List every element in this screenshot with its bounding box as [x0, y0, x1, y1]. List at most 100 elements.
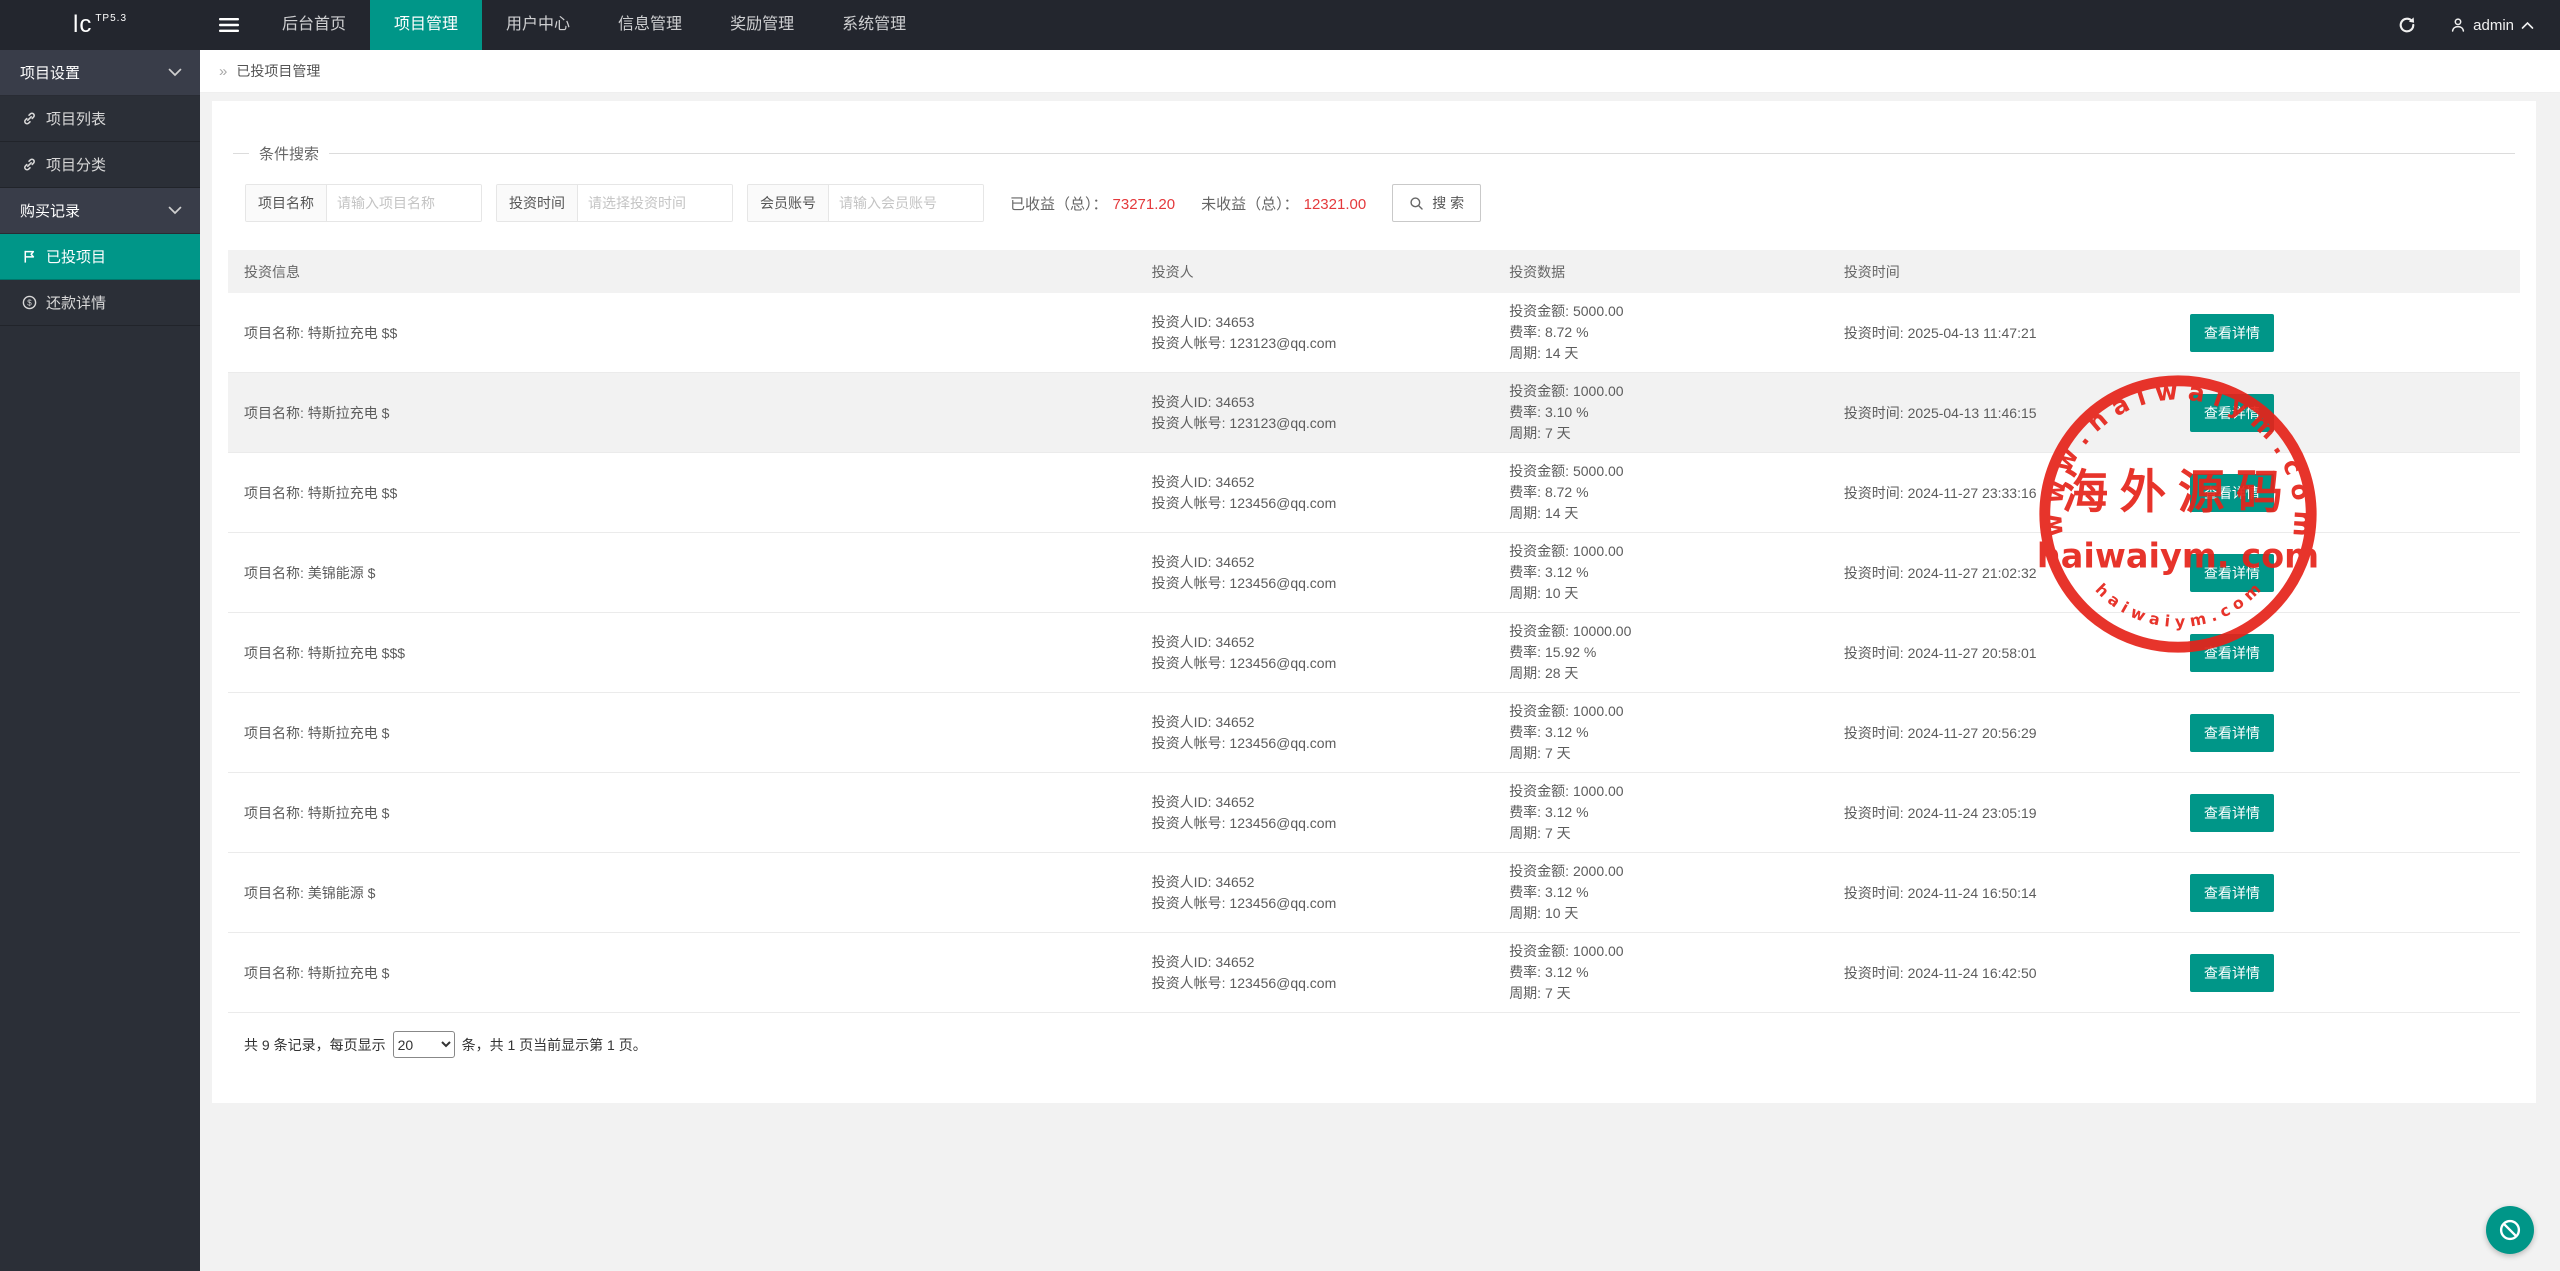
invest-period: 周期: 7 天 [1509, 423, 1828, 444]
col-investor: 投资人 [1136, 250, 1494, 293]
page-title: 已投项目管理 [236, 61, 320, 81]
member-account-input[interactable] [829, 185, 983, 221]
nav-item-system[interactable]: 系统管理 [818, 0, 930, 50]
page-size-select[interactable]: 20 [393, 1031, 455, 1058]
sidebar-group-label: 项目设置 [20, 62, 80, 83]
sidebar-group-purchase-records[interactable]: 购买记录 [0, 188, 200, 234]
view-detail-button[interactable]: 查看详情 [2190, 394, 2274, 432]
investor-id: 投资人ID: 34652 [1152, 712, 1494, 733]
search-icon [1409, 196, 1424, 211]
table-row: 项目名称: 特斯拉充电 $ 投资人ID: 34652 投资人帐号: 123456… [228, 693, 2520, 773]
link-icon [22, 157, 37, 172]
cell-actions: 查看详情 [2174, 373, 2520, 453]
table-row: 项目名称: 特斯拉充电 $ 投资人ID: 34652 投资人帐号: 123456… [228, 773, 2520, 853]
svg-text:$: $ [27, 298, 32, 307]
sidebar-item-project-list[interactable]: 项目列表 [0, 96, 200, 142]
logo-text: lc [73, 11, 92, 39]
cell-actions: 查看详情 [2174, 693, 2520, 773]
member-account-field-group: 会员账号 [747, 184, 984, 222]
cell-invest-time: 投资时间: 2024-11-27 20:58:01 [1828, 613, 2174, 693]
invest-time: 投资时间: 2024-11-24 16:50:14 [1844, 885, 2037, 901]
view-detail-button[interactable]: 查看详情 [2190, 634, 2274, 672]
sidebar-item-repayment-details[interactable]: $ 还款详情 [0, 280, 200, 326]
investor-account: 投资人帐号: 123123@qq.com [1152, 413, 1494, 434]
cell-investor: 投资人ID: 34652 投资人帐号: 123456@qq.com [1136, 693, 1494, 773]
main-content: » 已投项目管理 条件搜索 项目名称 投资时间 会员账号 [200, 50, 2560, 1271]
invest-rate: 费率: 3.12 % [1509, 962, 1828, 983]
nav-item-users[interactable]: 用户中心 [482, 0, 594, 50]
received-total-value: 73271.20 [1113, 196, 1176, 213]
refresh-button[interactable] [2376, 0, 2438, 50]
view-detail-button[interactable]: 查看详情 [2190, 714, 2274, 752]
search-fieldset: 条件搜索 项目名称 投资时间 会员账号 已收益（总）： [233, 143, 2515, 246]
view-detail-button[interactable]: 查看详情 [2190, 794, 2274, 832]
cell-invest-time: 投资时间: 2025-04-13 11:47:21 [1828, 293, 2174, 373]
menu-toggle-button[interactable] [200, 0, 258, 50]
invest-amount: 投资金额: 5000.00 [1509, 461, 1828, 482]
table-row: 项目名称: 特斯拉充电 $ 投资人ID: 34653 投资人帐号: 123123… [228, 373, 2520, 453]
sidebar-item-invested-projects[interactable]: 已投项目 [0, 234, 200, 280]
invest-period: 周期: 7 天 [1509, 983, 1828, 1004]
col-invest-data: 投资数据 [1493, 250, 1828, 293]
table-row: 项目名称: 特斯拉充电 $$ 投资人ID: 34653 投资人帐号: 12312… [228, 293, 2520, 373]
investor-account: 投资人帐号: 123456@qq.com [1152, 973, 1494, 994]
sidebar-item-label: 还款详情 [46, 292, 106, 313]
invest-amount: 投资金额: 1000.00 [1509, 781, 1828, 802]
view-detail-button[interactable]: 查看详情 [2190, 474, 2274, 512]
cell-invest-info: 项目名称: 美锦能源 $ [228, 853, 1136, 933]
cell-investor: 投资人ID: 34652 投资人帐号: 123456@qq.com [1136, 853, 1494, 933]
col-invest-info: 投资信息 [228, 250, 1136, 293]
cell-actions: 查看详情 [2174, 613, 2520, 693]
search-button[interactable]: 搜 索 [1392, 184, 1481, 222]
hamburger-icon [219, 17, 239, 33]
cell-investor: 投资人ID: 34652 投资人帐号: 123456@qq.com [1136, 933, 1494, 1013]
view-detail-button[interactable]: 查看详情 [2190, 314, 2274, 352]
sidebar-item-project-category[interactable]: 项目分类 [0, 142, 200, 188]
investor-id: 投资人ID: 34652 [1152, 792, 1494, 813]
cell-actions: 查看详情 [2174, 853, 2520, 933]
floating-action-button[interactable] [2486, 1206, 2534, 1254]
invest-amount: 投资金额: 5000.00 [1509, 301, 1828, 322]
chevron-down-icon [168, 206, 182, 215]
cell-invest-info: 项目名称: 特斯拉充电 $$ [228, 293, 1136, 373]
investor-account: 投资人帐号: 123456@qq.com [1152, 573, 1494, 594]
app-logo[interactable]: lcTP5.3 [0, 0, 200, 50]
nav-item-info[interactable]: 信息管理 [594, 0, 706, 50]
cell-investor: 投资人ID: 34652 投资人帐号: 123456@qq.com [1136, 453, 1494, 533]
pagination-prefix: 共 9 条记录，每页显示 [244, 1035, 386, 1055]
view-detail-button[interactable]: 查看详情 [2190, 554, 2274, 592]
invest-time: 投资时间: 2024-11-27 23:33:16 [1844, 485, 2037, 501]
cell-actions: 查看详情 [2174, 933, 2520, 1013]
investor-id: 投资人ID: 34652 [1152, 952, 1494, 973]
invest-period: 周期: 14 天 [1509, 343, 1828, 364]
investor-id: 投资人ID: 34652 [1152, 552, 1494, 573]
nav-item-projects[interactable]: 项目管理 [370, 0, 482, 50]
invest-time-label: 投资时间 [497, 185, 578, 221]
invest-time-input[interactable] [578, 185, 732, 221]
investor-account: 投资人帐号: 123456@qq.com [1152, 493, 1494, 514]
chevron-down-icon [168, 68, 182, 77]
flag-icon [22, 249, 37, 264]
invest-period: 周期: 28 天 [1509, 663, 1828, 684]
cell-invest-time: 投资时间: 2024-11-27 20:56:29 [1828, 693, 2174, 773]
invest-time: 投资时间: 2024-11-24 16:42:50 [1844, 965, 2037, 981]
cell-invest-info: 项目名称: 特斯拉充电 $$ [228, 453, 1136, 533]
nav-item-rewards[interactable]: 奖励管理 [706, 0, 818, 50]
project-name-input[interactable] [327, 185, 481, 221]
nav-item-home[interactable]: 后台首页 [258, 0, 370, 50]
view-detail-button[interactable]: 查看详情 [2190, 954, 2274, 992]
table-row: 项目名称: 美锦能源 $ 投资人ID: 34652 投资人帐号: 123456@… [228, 533, 2520, 613]
investor-id: 投资人ID: 34653 [1152, 312, 1494, 333]
sidebar-group-project-settings[interactable]: 项目设置 [0, 50, 200, 96]
invest-period: 周期: 7 天 [1509, 823, 1828, 844]
admin-menu[interactable]: admin [2438, 0, 2560, 50]
view-detail-button[interactable]: 查看详情 [2190, 874, 2274, 912]
invest-time-field-group: 投资时间 [496, 184, 733, 222]
project-name: 项目名称: 特斯拉充电 $ [244, 805, 389, 821]
invest-rate: 费率: 3.12 % [1509, 562, 1828, 583]
cell-investor: 投资人ID: 34652 投资人帐号: 123456@qq.com [1136, 613, 1494, 693]
cell-invest-info: 项目名称: 特斯拉充电 $ [228, 693, 1136, 773]
cell-invest-data: 投资金额: 1000.00 费率: 3.12 % 周期: 7 天 [1493, 693, 1828, 773]
user-icon [2450, 17, 2466, 33]
received-total-label: 已收益（总）： [1010, 196, 1108, 213]
